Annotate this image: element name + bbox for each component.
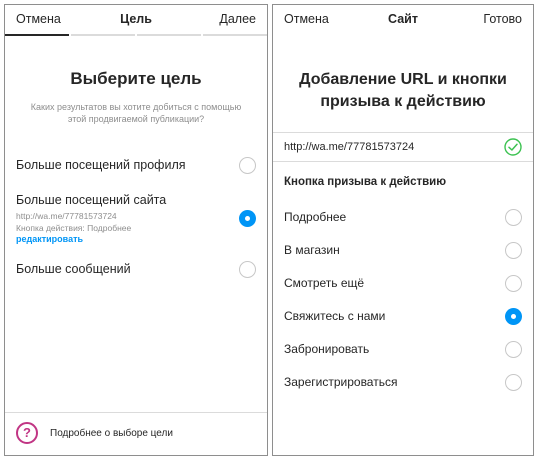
step-segment-goal	[5, 34, 69, 36]
help-question-icon: ?	[16, 422, 38, 444]
cta-option-label: Зарегистрироваться	[284, 375, 398, 389]
website-screen: Отмена Сайт Готово Добавление URL и кноп…	[272, 4, 534, 456]
goal-help-link[interactable]: ? Подробнее о выборе цели	[5, 413, 267, 455]
goal-nav-bar: Отмена Цель Далее	[5, 5, 267, 35]
step-segment-4	[203, 34, 267, 36]
done-button[interactable]: Готово	[483, 12, 522, 26]
cta-option-label: В магазин	[284, 243, 340, 257]
url-field[interactable]: http://wa.me/77781573724	[273, 133, 533, 161]
next-button[interactable]: Далее	[219, 12, 256, 26]
cta-option-label: Свяжитесь с нами	[284, 309, 386, 323]
option-label: Больше посещений сайта	[16, 193, 167, 207]
cta-option-learn-more[interactable]: Подробнее	[273, 206, 533, 230]
valid-check-icon	[504, 138, 522, 156]
step-segment-3	[137, 34, 201, 36]
radio-unchecked-icon[interactable]	[505, 341, 522, 358]
cta-section-label: Кнопка призыва к действию	[284, 176, 447, 188]
radio-unchecked-icon[interactable]	[239, 157, 256, 174]
radio-unchecked-icon[interactable]	[505, 275, 522, 292]
website-heading-line1: Добавление URL и кнопки	[299, 71, 507, 88]
goal-heading: Выберите цель	[70, 69, 202, 88]
url-bottom-divider	[273, 161, 533, 162]
option-label: Больше сообщений	[16, 262, 131, 276]
option-label: Больше посещений профиля	[16, 158, 186, 172]
step-segment-2	[71, 34, 135, 36]
website-url: http://wa.me/77781573724	[16, 211, 117, 221]
option-website-visits[interactable]: Больше посещений сайта http://wa.me/7778…	[5, 189, 267, 247]
goal-screen: Отмена Цель Далее Выберите цель Каких ре…	[4, 4, 268, 456]
cta-option-watch-more[interactable]: Смотреть ещё	[273, 272, 533, 296]
help-label: Подробнее о выборе цели	[50, 428, 173, 439]
goal-subtext: Каких результатов вы хотите добиться с п…	[30, 102, 242, 124]
cta-option-label: Забронировать	[284, 342, 370, 356]
radio-checked-icon[interactable]	[505, 308, 522, 325]
cta-option-label: Подробнее	[284, 210, 347, 224]
cta-option-contact-us[interactable]: Свяжитесь с нами	[273, 305, 533, 329]
step-progress	[5, 34, 267, 36]
url-value: http://wa.me/77781573724	[284, 141, 415, 153]
cta-option-book[interactable]: Забронировать	[273, 338, 533, 362]
radio-unchecked-icon[interactable]	[505, 209, 522, 226]
option-more-messages[interactable]: Больше сообщений	[5, 257, 267, 283]
cta-summary: Кнопка действия: Подробнее	[16, 223, 132, 233]
website-nav-bar: Отмена Сайт Готово	[273, 5, 533, 35]
cta-option-shop[interactable]: В магазин	[273, 239, 533, 263]
cta-option-label: Смотреть ещё	[284, 276, 365, 290]
cta-option-sign-up[interactable]: Зарегистрироваться	[273, 371, 533, 395]
radio-checked-icon[interactable]	[239, 210, 256, 227]
radio-unchecked-icon[interactable]	[505, 374, 522, 391]
radio-unchecked-icon[interactable]	[505, 242, 522, 259]
website-heading-line2: призыва к действию	[320, 93, 486, 110]
option-profile-visits[interactable]: Больше посещений профиля	[5, 153, 267, 179]
radio-unchecked-icon[interactable]	[239, 261, 256, 278]
edit-link[interactable]: редактировать	[16, 234, 83, 244]
